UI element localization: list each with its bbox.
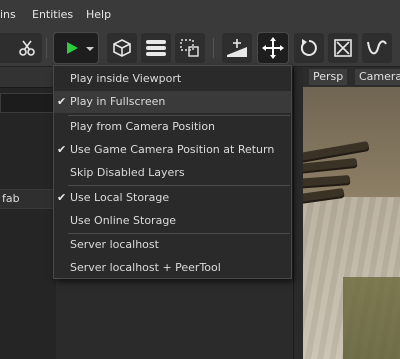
tab-camera[interactable]: Camera [355,69,400,85]
toolbar [0,30,400,67]
filter-input[interactable] [0,93,56,113]
tab-persp[interactable]: Persp [309,69,348,85]
tree-row-label: fab [2,192,20,205]
select-region-button[interactable] [175,33,205,63]
left-panel-tab[interactable] [0,67,56,88]
layers-button[interactable] [141,33,171,63]
menu-item-label: Play from Camera Position [70,120,216,133]
play-icon [67,42,78,54]
rotate-button[interactable] [294,33,324,63]
menu-item-play-inside-viewport[interactable]: Play inside Viewport [54,68,291,90]
toolbar-separator [46,38,47,58]
rotate-icon [300,39,317,56]
cut-icon [19,40,35,56]
tree-row[interactable]: fab [0,189,56,209]
menu-help[interactable]: Help [86,8,111,21]
menu-item-label: Use Online Storage [70,214,177,227]
menu-item-label: Use Game Camera Position at Return [70,143,275,156]
menu-item-server-localhost[interactable]: Server localhost [54,234,291,256]
menu-item-skip-disabled-layers[interactable]: Skip Disabled Layers [54,162,291,184]
check-icon: ✔ [57,143,67,156]
menu-item-use-online-storage[interactable]: Use Online Storage [54,210,291,232]
left-panel: fab [0,67,56,359]
curve-icon [367,40,387,55]
dropdown-arrow-icon[interactable] [86,45,94,53]
layers-icon [146,40,166,56]
menu-entities[interactable]: Entities [32,8,73,21]
viewport-log [303,140,370,162]
menu-item-server-localhost-peertool[interactable]: Server localhost + PeerTool [54,257,291,279]
menu-item-label: Server localhost [70,238,159,251]
scale-icon [334,39,352,57]
viewport-log [303,157,358,173]
menu-item-label: Skip Disabled Layers [70,166,185,179]
menu-item-use-local-storage[interactable]: ✔ Use Local Storage [54,187,291,209]
play-options-menu: Play inside Viewport ✔ Play in Fullscree… [53,65,292,279]
menu-item-play-in-fullscreen[interactable]: ✔ Play in Fullscreen [54,91,291,113]
check-icon: ✔ [57,95,67,108]
snap-to-ground-button[interactable] [222,33,252,63]
snap-to-ground-icon [227,39,247,57]
menu-item-label: Play inside Viewport [70,72,182,85]
check-icon: ✔ [57,191,67,204]
menu-item-use-game-camera-position[interactable]: ✔ Use Game Camera Position at Return [54,139,291,161]
curve-button[interactable] [362,33,392,63]
menu-item-label: Use Local Storage [70,191,170,204]
menu-plugins[interactable]: ins [0,8,16,21]
menu-item-label: Server localhost + PeerTool [70,261,221,274]
viewport[interactable] [303,87,400,359]
viewport-log [303,175,351,187]
play-button[interactable] [53,32,99,64]
menu-divider [68,185,290,186]
viewport-tabs: Persp Camera [303,67,400,87]
select-region-icon [180,39,199,57]
cube-icon [113,39,131,57]
menu-item-label: Play in Fullscreen [70,95,166,108]
cube-button[interactable] [107,33,137,63]
move-button[interactable] [257,32,289,64]
scale-button[interactable] [328,33,358,63]
menu-item-play-from-camera-position[interactable]: Play from Camera Position [54,116,291,138]
viewport-grass [343,277,400,359]
toolbar-separator [213,38,214,58]
cut-button[interactable] [12,33,42,63]
menu-bar: ins Entities Help [0,0,400,30]
move-icon [262,37,284,59]
